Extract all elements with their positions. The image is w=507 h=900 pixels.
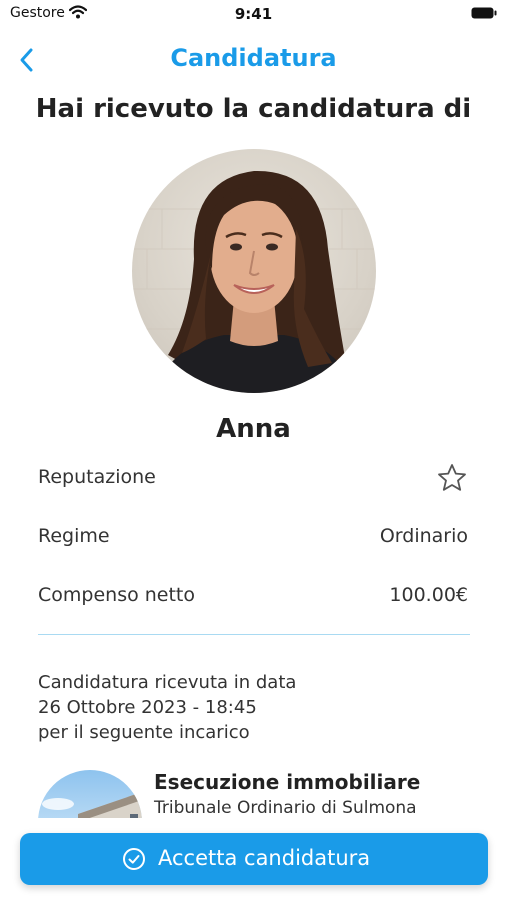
accept-candidature-button[interactable]: Accetta candidatura [20, 833, 488, 885]
row-reputation: Reputazione [38, 462, 468, 492]
reputation-label: Reputazione [38, 466, 156, 488]
regime-label: Regime [38, 525, 110, 547]
navigation-bar: Candidatura [0, 40, 507, 80]
assignment-subtitle: Tribunale Ordinario di Sulmona [154, 798, 417, 818]
row-compensation: Compenso netto 100.00€ [38, 580, 468, 610]
received-date: 26 Ottobre 2023 - 18:45 [38, 697, 257, 718]
avatar [132, 149, 376, 393]
nav-title: Candidatura [170, 44, 337, 72]
page-heading: Hai ricevuto la candidatura di [35, 94, 472, 124]
row-regime: Regime Ordinario [38, 521, 468, 551]
compensation-label: Compenso netto [38, 584, 196, 606]
assignment-title: Esecuzione immobiliare [154, 770, 421, 794]
star-outline-icon[interactable] [436, 462, 468, 494]
compensation-value: 100.00€ [389, 584, 468, 606]
received-line-1: Candidatura ricevuta in data [38, 672, 297, 693]
received-line-3: per il seguente incarico [38, 722, 250, 743]
status-time: 9:41 [234, 5, 273, 23]
candidate-name: Anna [216, 414, 291, 444]
status-bar: Gestore 9:41 [0, 0, 507, 30]
assignment-item[interactable]: Esecuzione immobiliare Tribunale Ordinar… [38, 770, 468, 874]
battery-icon [471, 7, 497, 19]
check-circle-icon [123, 848, 145, 870]
accept-candidature-label: Accetta candidatura [158, 846, 371, 870]
avatar-photo [132, 170, 376, 393]
received-info: Candidatura ricevuta in data 26 Ottobre … [38, 670, 296, 745]
divider [38, 634, 470, 635]
regime-value: Ordinario [379, 525, 468, 547]
